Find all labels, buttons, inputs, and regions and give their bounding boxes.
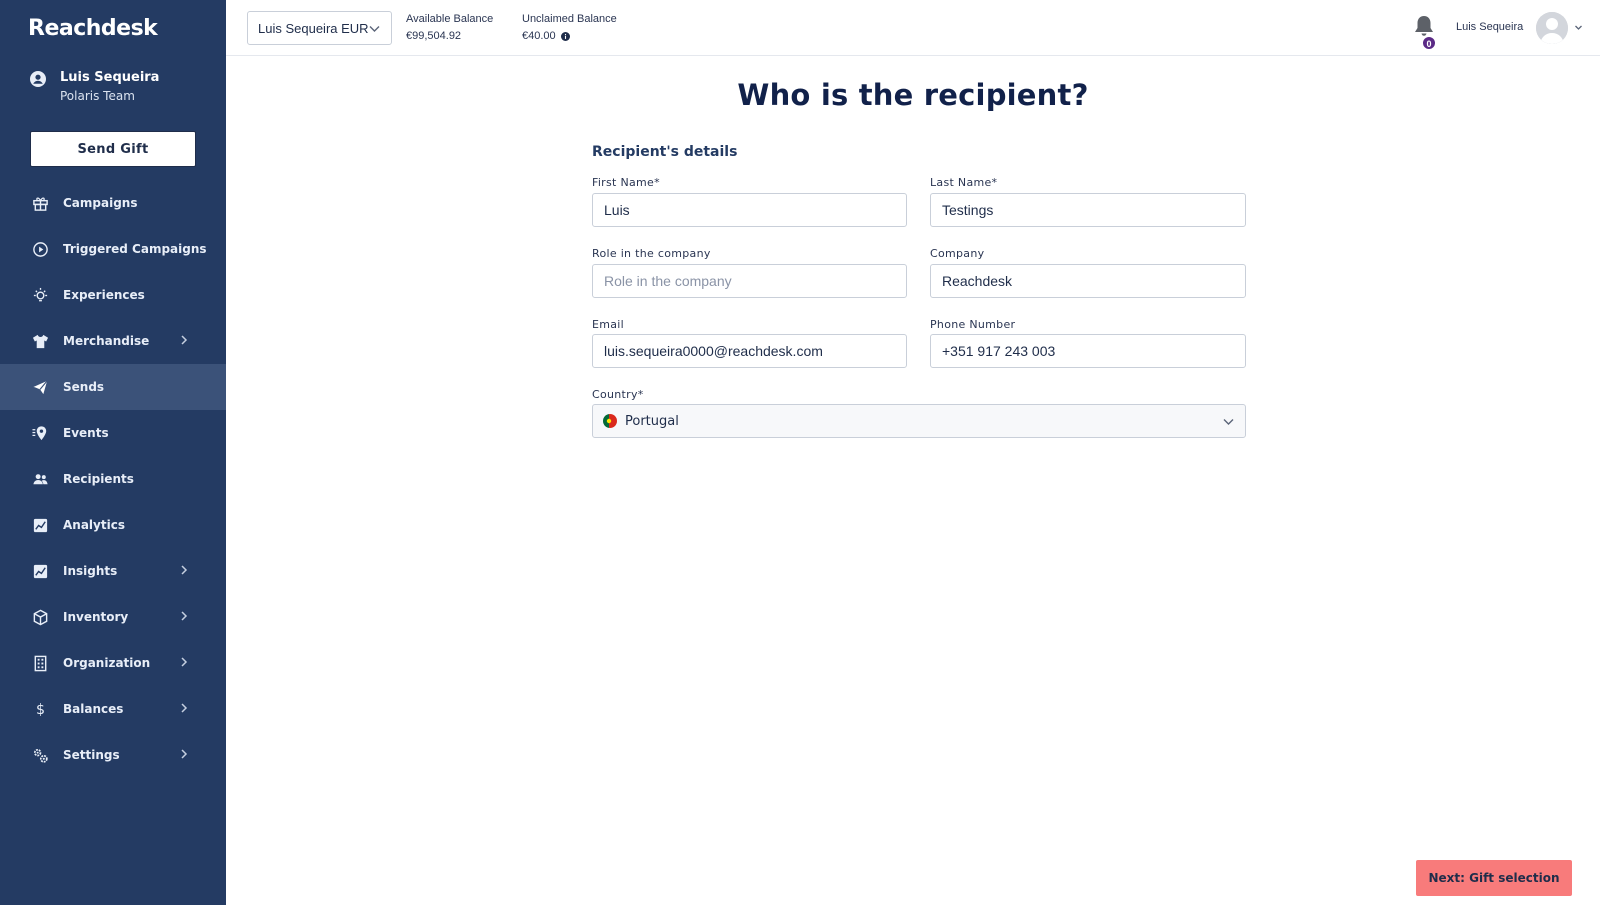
sidebar-user-name: Luis Sequeira — [60, 70, 160, 85]
insights-icon — [31, 562, 49, 580]
next-gift-selection-button[interactable]: Next: Gift selection — [1416, 860, 1572, 896]
country-select-value: Portugal — [625, 413, 679, 429]
sidebar-item-inventory[interactable]: Inventory — [0, 594, 226, 640]
sidebar-item-label: Analytics — [63, 518, 125, 532]
location-pin-icon — [31, 424, 49, 442]
company-field[interactable] — [930, 264, 1246, 298]
sidebar-item-label: Recipients — [63, 472, 134, 486]
info-icon[interactable] — [560, 31, 570, 41]
users-icon — [31, 470, 49, 488]
topbar-user-name[interactable]: Luis Sequeira — [1456, 21, 1523, 33]
phone-label: Phone Number — [930, 318, 1016, 331]
account-select-value: Luis Sequeira EUR — [258, 20, 369, 36]
sidebar-item-analytics[interactable]: Analytics — [0, 502, 226, 548]
notification-badge: 0 — [1422, 36, 1436, 50]
first-name-label: First Name* — [592, 176, 660, 189]
first-name-field[interactable] — [592, 193, 907, 227]
sidebar-item-recipients[interactable]: Recipients — [0, 456, 226, 502]
unclaimed-balance: Unclaimed Balance €40.00 — [522, 13, 617, 42]
sidebar-item-triggered-campaigns[interactable]: Triggered Campaigns — [0, 226, 226, 272]
chevron-down-icon — [1223, 419, 1234, 425]
page-title: Who is the recipient? — [737, 78, 1089, 112]
available-balance-value: €99,504.92 — [406, 30, 462, 42]
chevron-down-icon[interactable] — [1574, 23, 1583, 32]
portugal-flag-icon — [603, 414, 617, 428]
account-select[interactable]: Luis Sequeira EUR — [247, 11, 392, 45]
chevron-right-icon — [181, 335, 188, 345]
role-field[interactable] — [592, 264, 907, 298]
sidebar-item-label: Organization — [63, 656, 151, 670]
last-name-field[interactable] — [930, 193, 1246, 227]
sidebar-item-balances[interactable]: $ Balances — [0, 686, 226, 732]
sidebar-item-label: Campaigns — [63, 196, 138, 210]
avatar[interactable] — [1536, 12, 1568, 44]
sidebar-item-events[interactable]: Events — [0, 410, 226, 456]
unclaimed-balance-value: €40.00 — [522, 30, 556, 42]
lightbulb-icon — [31, 286, 49, 304]
chevron-down-icon — [369, 26, 380, 32]
country-label: Country* — [592, 388, 644, 401]
country-select[interactable]: Portugal — [592, 404, 1246, 438]
sidebar-item-campaigns[interactable]: Campaigns — [0, 180, 226, 226]
user-circle-icon — [30, 71, 46, 87]
sidebar-nav: Campaigns Triggered Campaigns Experience… — [0, 180, 226, 778]
last-name-label: Last Name* — [930, 176, 998, 189]
sidebar-item-organization[interactable]: Organization — [0, 640, 226, 686]
sidebar-item-label: Merchandise — [63, 334, 150, 348]
sidebar-item-label: Settings — [63, 748, 120, 762]
section-title: Recipient's details — [592, 144, 738, 160]
box-icon — [31, 608, 49, 626]
dollar-icon: $ — [31, 700, 49, 718]
play-circle-icon — [31, 240, 49, 258]
gears-icon — [31, 746, 49, 764]
chart-icon — [31, 516, 49, 534]
tshirt-icon — [31, 332, 49, 350]
chevron-right-icon — [181, 657, 188, 667]
chevron-right-icon — [181, 611, 188, 621]
company-label: Company — [930, 247, 985, 260]
sidebar: Reachdesk Luis Sequeira Polaris Team Sen… — [0, 0, 226, 905]
sidebar-item-label: Insights — [63, 564, 118, 578]
email-label: Email — [592, 318, 625, 331]
top-bar: Luis Sequeira EUR Available Balance €99,… — [226, 0, 1600, 56]
sidebar-item-label: Inventory — [63, 610, 129, 624]
sidebar-item-label: Experiences — [63, 288, 145, 302]
role-label: Role in the company — [592, 247, 711, 260]
sidebar-item-merchandise[interactable]: Merchandise — [0, 318, 226, 364]
sidebar-item-experiences[interactable]: Experiences — [0, 272, 226, 318]
sidebar-user: Luis Sequeira Polaris Team — [30, 70, 159, 103]
send-gift-button[interactable]: Send Gift — [30, 131, 196, 167]
chevron-right-icon — [181, 703, 188, 713]
sidebar-item-settings[interactable]: Settings — [0, 732, 226, 778]
reachdesk-logo[interactable]: Reachdesk — [28, 16, 158, 41]
unclaimed-balance-label: Unclaimed Balance — [522, 13, 617, 25]
svg-text:$: $ — [35, 702, 44, 718]
sidebar-user-team: Polaris Team — [60, 89, 135, 103]
gift-icon — [31, 194, 49, 212]
available-balance: Available Balance €99,504.92 — [406, 13, 493, 42]
paper-plane-icon — [31, 378, 49, 396]
phone-field[interactable] — [930, 334, 1246, 368]
sidebar-item-label: Triggered Campaigns — [63, 242, 207, 256]
email-field[interactable] — [592, 334, 907, 368]
sidebar-item-insights[interactable]: Insights — [0, 548, 226, 594]
avatar-placeholder-icon — [1536, 12, 1568, 44]
sidebar-item-label: Balances — [63, 702, 124, 716]
sidebar-item-label: Events — [63, 426, 109, 440]
building-icon — [31, 654, 49, 672]
available-balance-label: Available Balance — [406, 13, 494, 25]
sidebar-item-sends[interactable]: Sends — [0, 364, 226, 410]
sidebar-item-label: Sends — [63, 380, 105, 394]
chevron-right-icon — [181, 749, 188, 759]
chevron-right-icon — [181, 565, 188, 575]
